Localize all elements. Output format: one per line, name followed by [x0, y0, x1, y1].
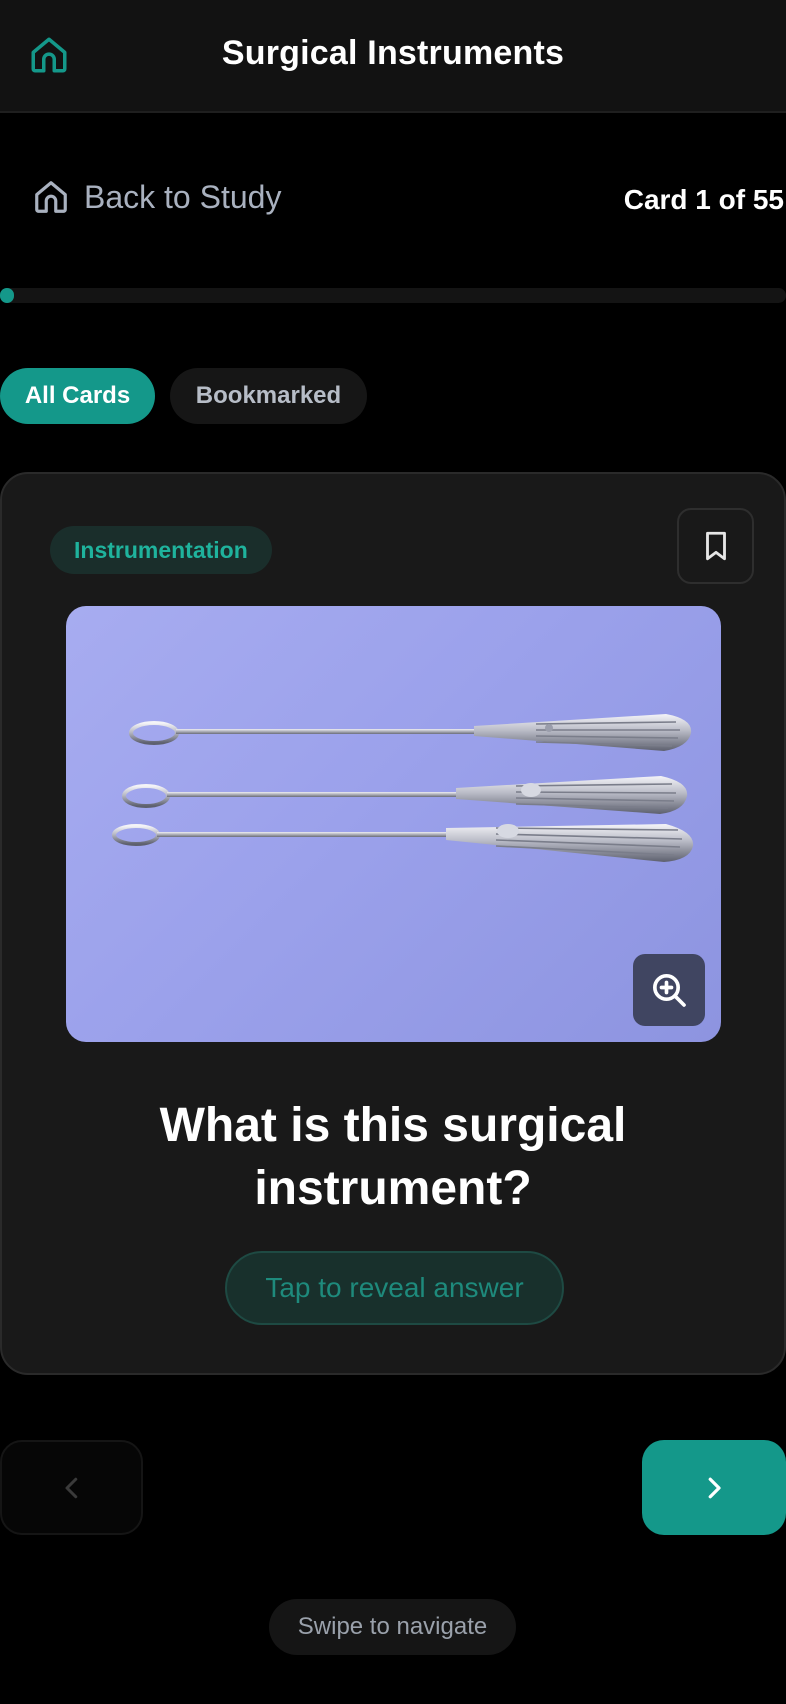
zoom-button[interactable]: [633, 954, 705, 1026]
swipe-hint: Swipe to navigate: [269, 1599, 516, 1655]
filter-all-cards[interactable]: All Cards: [0, 368, 155, 424]
card-question: What is this surgical instrument?: [159, 1099, 627, 1215]
previous-card-button[interactable]: [0, 1440, 143, 1535]
progress-fill: [0, 288, 15, 303]
zoom-in-icon: [653, 974, 686, 1007]
instrument-photo: [112, 714, 694, 862]
instrument-image: [66, 606, 721, 1042]
category-tag: Instrumentation: [50, 526, 272, 574]
progress-bar: [0, 288, 786, 303]
next-card-button[interactable]: [642, 1440, 786, 1535]
filter-bookmarked[interactable]: Bookmarked: [170, 368, 367, 424]
home-icon: [35, 181, 67, 213]
flashcard[interactable]: Instrumentation What is this surgical in…: [0, 472, 786, 1375]
page-title: Surgical Instruments: [221, 34, 565, 72]
card-counter: Card 1 of 55: [623, 184, 784, 215]
chevron-left-icon: [65, 1477, 77, 1498]
bookmark-button[interactable]: [677, 508, 754, 584]
chevron-right-icon: [708, 1477, 721, 1498]
reveal-answer-button[interactable]: Tap to reveal answer: [225, 1251, 564, 1325]
back-to-study-label: Back to Study: [84, 178, 282, 215]
back-to-study-link[interactable]: Back to Study: [32, 178, 281, 216]
top-bar: Surgical Instruments: [0, 0, 786, 113]
bookmark-icon: [705, 531, 726, 561]
